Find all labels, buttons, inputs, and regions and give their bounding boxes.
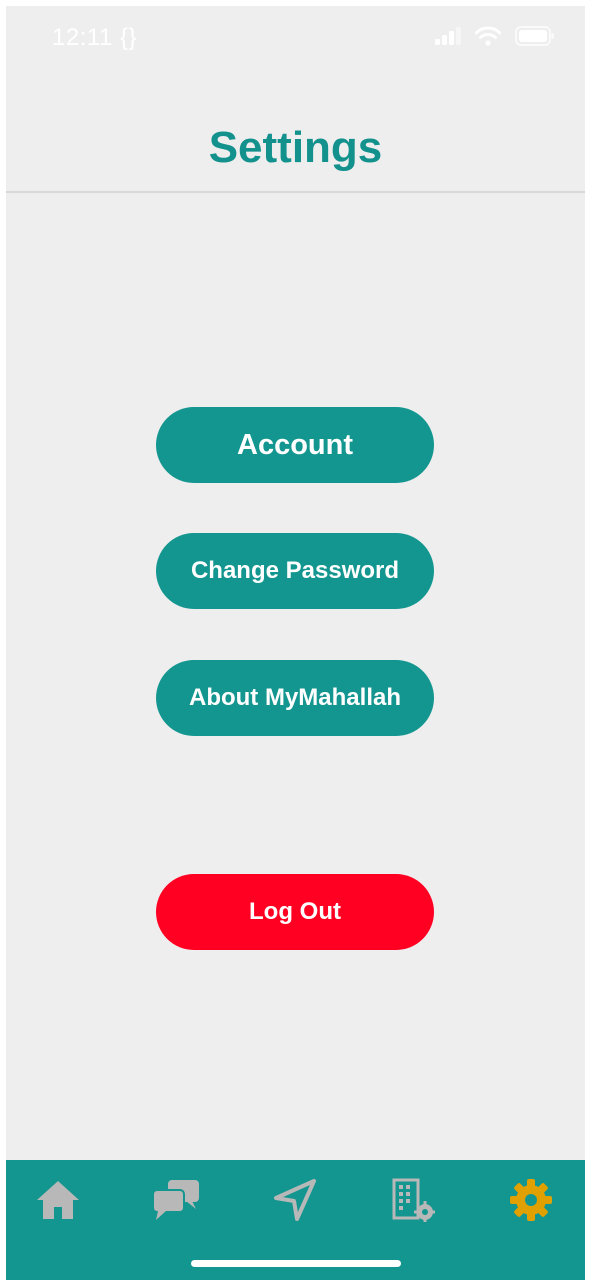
navigation-icon	[274, 1178, 316, 1226]
tab-building[interactable]	[383, 1174, 443, 1230]
change-password-button[interactable]: Change Password	[156, 533, 434, 609]
header: Settings	[6, 66, 585, 193]
about-button[interactable]: About MyMahallah	[156, 660, 434, 736]
logout-button[interactable]: Log Out	[156, 874, 434, 950]
screen: 12:11 {} Settings Account Change Passwor…	[6, 6, 585, 1280]
building-settings-icon	[391, 1178, 435, 1227]
status-icons	[435, 26, 555, 51]
tab-navigation[interactable]	[265, 1174, 325, 1230]
account-button[interactable]: Account	[156, 407, 434, 483]
status-time: 12:11 {}	[52, 24, 137, 51]
signal-icon	[435, 27, 461, 50]
gear-icon	[509, 1178, 553, 1227]
tab-bar	[6, 1160, 585, 1280]
page-title: Settings	[208, 123, 383, 172]
status-bar: 12:11 {}	[6, 6, 585, 66]
wifi-icon	[474, 26, 502, 51]
chat-icon	[152, 1179, 200, 1226]
home-indicator	[191, 1260, 401, 1267]
home-icon	[35, 1179, 81, 1226]
battery-icon	[515, 26, 555, 51]
tab-settings[interactable]	[501, 1174, 561, 1230]
tab-chat[interactable]	[146, 1174, 206, 1230]
tab-home[interactable]	[28, 1174, 88, 1230]
